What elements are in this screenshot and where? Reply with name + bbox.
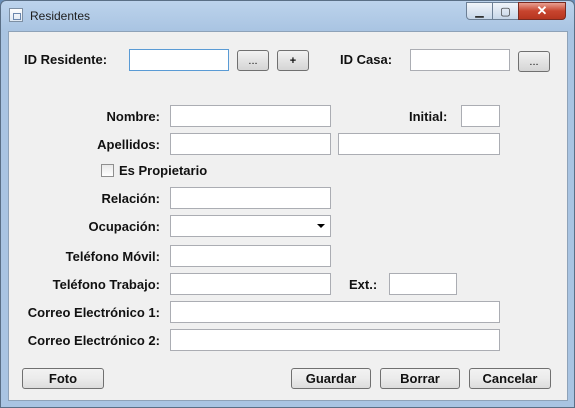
correo1-input[interactable]	[170, 301, 500, 323]
maximize-icon: ▢	[500, 5, 511, 18]
close-icon: ✕	[536, 3, 548, 18]
borrar-button[interactable]: Borrar	[380, 368, 460, 389]
initial-label: Initial:	[409, 109, 448, 124]
telefono-trabajo-input[interactable]	[170, 273, 331, 295]
form-area: ID Residente: ... + ID Casa: ... Nombre:…	[8, 31, 568, 401]
ocupacion-label: Ocupación:	[88, 219, 160, 234]
title-bar[interactable]: Residentes ▁ ▢ ✕	[1, 1, 574, 31]
close-button[interactable]: ✕	[518, 2, 566, 20]
maximize-button[interactable]: ▢	[492, 2, 519, 20]
telefono-trabajo-label: Teléfono Trabajo:	[52, 277, 160, 292]
id-residente-label: ID Residente:	[24, 52, 108, 67]
ext-label: Ext.:	[349, 277, 378, 292]
minimize-icon: ▁	[475, 5, 484, 18]
id-casa-label: ID Casa:	[340, 52, 393, 67]
foto-button[interactable]: Foto	[22, 368, 104, 389]
correo1-label: Correo Electrónico 1:	[27, 305, 160, 320]
guardar-button[interactable]: Guardar	[291, 368, 371, 389]
correo2-input[interactable]	[170, 329, 500, 351]
relacion-label: Relación:	[101, 191, 160, 206]
es-propietario-checkbox[interactable]	[101, 164, 114, 177]
telefono-movil-input[interactable]	[170, 245, 331, 267]
browse-residente-button[interactable]: ...	[237, 50, 269, 71]
apellido-paterno-input[interactable]	[170, 133, 331, 155]
chevron-down-icon[interactable]	[317, 224, 325, 228]
minimize-button[interactable]: ▁	[466, 2, 493, 20]
window-title: Residentes	[30, 9, 91, 23]
telefono-movil-label: Teléfono Móvil:	[65, 249, 160, 264]
residentes-window: Residentes ▁ ▢ ✕ ID Residente: ... + ID …	[0, 0, 575, 408]
initial-input[interactable]	[461, 105, 500, 127]
id-casa-input[interactable]	[410, 49, 510, 71]
browse-casa-button[interactable]: ...	[518, 51, 550, 72]
id-residente-input[interactable]	[129, 49, 229, 71]
correo2-label: Correo Electrónico 2:	[27, 333, 160, 348]
ocupacion-select[interactable]	[170, 215, 331, 237]
apellidos-label: Apellidos:	[97, 137, 160, 152]
app-icon	[9, 8, 23, 22]
add-residente-button[interactable]: +	[277, 50, 309, 71]
nombre-input[interactable]	[170, 105, 331, 127]
nombre-label: Nombre:	[106, 109, 160, 124]
relacion-input[interactable]	[170, 187, 331, 209]
es-propietario-label: Es Propietario	[119, 163, 208, 178]
cancelar-button[interactable]: Cancelar	[469, 368, 551, 389]
apellido-materno-input[interactable]	[338, 133, 500, 155]
ext-input[interactable]	[389, 273, 457, 295]
